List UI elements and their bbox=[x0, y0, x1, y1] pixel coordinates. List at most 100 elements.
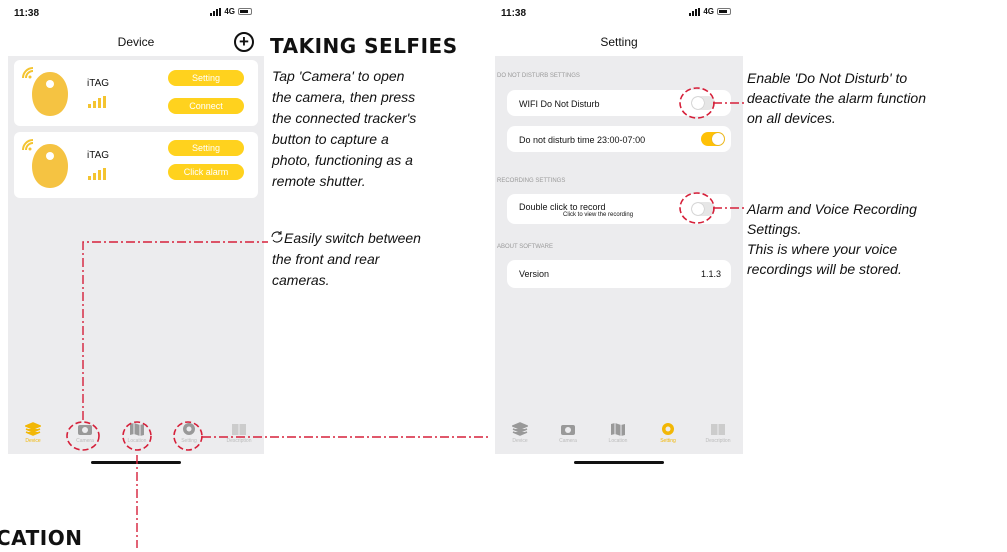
nav-bar: Device + bbox=[8, 30, 264, 56]
device-card[interactable]: iTAG Setting Click alarm bbox=[14, 132, 258, 198]
tab-location[interactable]: Location bbox=[593, 422, 643, 444]
version-value: 1.1.3 bbox=[700, 269, 721, 279]
text-line: Alarm and Voice Recording bbox=[747, 201, 917, 217]
text-line: the front and rear bbox=[272, 251, 380, 267]
camera-icon bbox=[561, 425, 575, 435]
add-device-button[interactable]: + bbox=[234, 32, 254, 52]
layers-icon bbox=[512, 422, 528, 436]
battery-icon bbox=[717, 8, 731, 15]
wifi-dnd-row[interactable]: WIFI Do Not Disturb bbox=[507, 90, 731, 116]
nav-bar: Setting bbox=[495, 30, 743, 56]
text-line: Settings. bbox=[747, 221, 802, 237]
tab-camera[interactable]: Camera bbox=[60, 422, 110, 444]
network-type: 4G bbox=[224, 7, 235, 16]
signal-indicator: 4G bbox=[689, 7, 731, 16]
tab-label: Device bbox=[25, 438, 41, 444]
text-line: on all devices. bbox=[747, 110, 836, 126]
dnd-annotation: Enable 'Do Not Disturb' to deactivate th… bbox=[747, 68, 1005, 128]
tab-bar: Device Camera Location Setting Descripti… bbox=[8, 420, 264, 454]
tab-label: Location bbox=[127, 438, 147, 444]
book-icon bbox=[232, 424, 246, 435]
tab-label: Setting bbox=[660, 438, 676, 444]
setting-button[interactable]: Setting bbox=[168, 140, 244, 156]
connect-button[interactable]: Connect bbox=[168, 98, 244, 114]
text-line: recordings will be stored. bbox=[747, 261, 902, 277]
text-line: photo, functioning as a bbox=[272, 152, 413, 168]
text-line: the camera, then press bbox=[272, 89, 416, 105]
page-title: Setting bbox=[600, 35, 638, 49]
wifi-dnd-label: WIFI Do Not Disturb bbox=[519, 99, 600, 109]
tab-label: Camera bbox=[76, 438, 94, 444]
switch-camera-icon bbox=[271, 231, 283, 243]
double-click-label: Double click to record bbox=[519, 202, 606, 212]
map-icon bbox=[130, 423, 144, 436]
tab-description[interactable]: Description bbox=[214, 422, 264, 444]
tab-label: Description bbox=[705, 438, 731, 444]
tab-label: Camera bbox=[559, 438, 577, 444]
gear-icon bbox=[662, 423, 674, 435]
text-line: Enable 'Do Not Disturb' to bbox=[747, 70, 908, 86]
device-screen: 11:38 4G Device + iTAG Setting Connect i… bbox=[8, 0, 264, 468]
settings-list: DO NOT DISTURB SETTINGS WIFI Do Not Dist… bbox=[495, 56, 743, 424]
tab-device[interactable]: Device bbox=[495, 422, 545, 444]
dnd-time-label: Do not disturb time 23:00-07:00 bbox=[519, 135, 646, 145]
device-card[interactable]: iTAG Setting Connect bbox=[14, 60, 258, 126]
device-name: iTAG bbox=[87, 78, 110, 89]
home-indicator bbox=[91, 461, 181, 464]
switch-description: the front and rear cameras. bbox=[272, 249, 486, 291]
network-type: 4G bbox=[703, 7, 714, 16]
text-line: Tap 'Camera' to open bbox=[272, 68, 405, 84]
battery-icon bbox=[238, 8, 252, 15]
layers-icon bbox=[25, 422, 41, 436]
camera-icon bbox=[78, 425, 92, 435]
text-line: This is where your voice bbox=[747, 241, 898, 257]
location-heading: CATION bbox=[0, 526, 83, 550]
home-indicator bbox=[574, 461, 664, 464]
book-icon bbox=[711, 424, 725, 435]
signal-bars-icon bbox=[210, 7, 222, 16]
signal-bars-icon bbox=[689, 7, 701, 16]
version-row: Version 1.1.3 bbox=[507, 260, 731, 288]
signal-indicator: 4G bbox=[210, 7, 252, 16]
tab-setting[interactable]: Setting bbox=[643, 422, 693, 444]
status-bar: 11:38 4G bbox=[8, 0, 264, 26]
status-bar: 11:38 4G bbox=[495, 0, 743, 26]
tab-description[interactable]: Description bbox=[693, 422, 743, 444]
tab-label: Setting bbox=[181, 438, 197, 444]
page-title: Device bbox=[117, 35, 155, 49]
dnd-time-row[interactable]: Do not disturb time 23:00-07:00 bbox=[507, 126, 731, 152]
wifi-signal-icon bbox=[22, 139, 34, 151]
section-header-dnd: DO NOT DISTURB SETTINGS bbox=[497, 73, 580, 79]
click-alarm-button[interactable]: Click alarm bbox=[168, 164, 244, 180]
version-label: Version bbox=[519, 269, 550, 279]
wifi-signal-icon bbox=[22, 67, 34, 79]
tab-camera[interactable]: Camera bbox=[543, 422, 593, 444]
tab-bar: Device Camera Location Setting Descripti… bbox=[495, 420, 743, 454]
view-recording-link[interactable]: Click to view the recording bbox=[563, 212, 633, 218]
tab-location[interactable]: Location bbox=[112, 422, 162, 444]
tab-setting[interactable]: Setting bbox=[164, 422, 214, 444]
double-click-record-row[interactable]: Double click to record Click to view the… bbox=[507, 194, 731, 224]
map-icon bbox=[611, 423, 625, 436]
text-line: the connected tracker's bbox=[272, 110, 417, 126]
signal-strength-icon bbox=[88, 168, 106, 180]
gear-icon bbox=[183, 423, 195, 435]
record-toggle[interactable] bbox=[691, 202, 715, 216]
setting-screen: 11:38 4G Setting DO NOT DISTURB SETTINGS… bbox=[495, 0, 743, 468]
status-time: 11:38 bbox=[501, 8, 527, 19]
setting-button[interactable]: Setting bbox=[168, 70, 244, 86]
tab-device[interactable]: Device bbox=[8, 422, 58, 444]
text-line: button to capture a bbox=[272, 131, 389, 147]
status-time: 11:38 bbox=[14, 8, 40, 19]
dnd-time-toggle[interactable] bbox=[701, 132, 725, 146]
tab-label: Description bbox=[226, 438, 252, 444]
tab-label: Device bbox=[512, 438, 528, 444]
tab-label: Location bbox=[608, 438, 628, 444]
selfie-description: Tap 'Camera' to open the camera, then pr… bbox=[272, 66, 486, 192]
section-header-recording: RECORDING SETTINGS bbox=[497, 178, 566, 184]
device-list: iTAG Setting Connect iTAG Setting Click … bbox=[8, 56, 264, 424]
device-name: iTAG bbox=[87, 150, 110, 161]
wifi-dnd-toggle[interactable] bbox=[691, 96, 715, 110]
section-header-about: ABOUT SOFTWARE bbox=[497, 244, 554, 250]
signal-strength-icon bbox=[88, 96, 106, 108]
